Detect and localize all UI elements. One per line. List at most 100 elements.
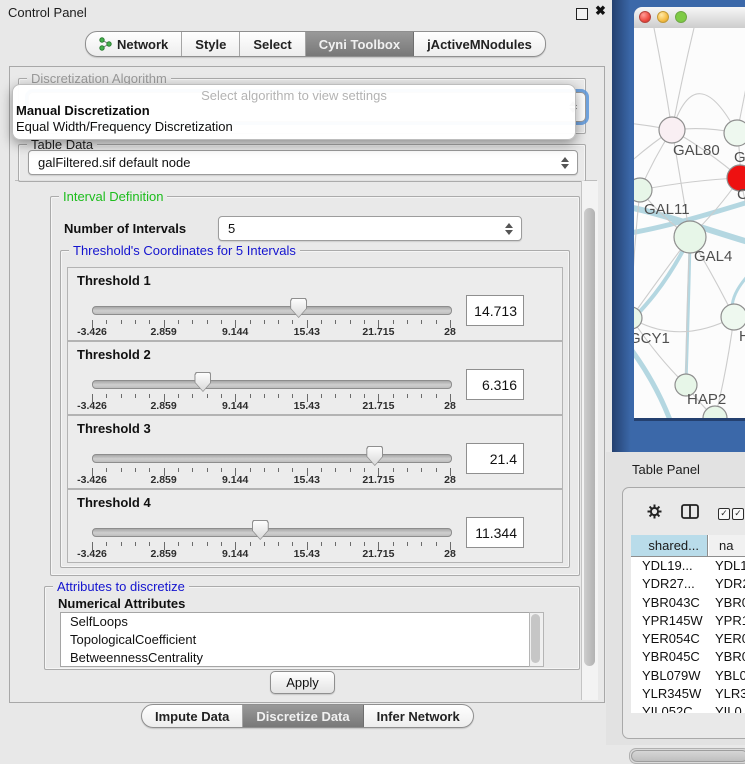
network-edge[interactable] (634, 318, 686, 385)
slider-thumb[interactable] (366, 446, 383, 466)
apply-button[interactable]: Apply (270, 671, 335, 694)
attributes-list-scrollbar[interactable] (529, 612, 544, 667)
slider-tick (264, 320, 265, 324)
slider-tick (393, 542, 394, 546)
network-node-label: GAL11 (644, 201, 690, 218)
slider-tick (335, 320, 336, 324)
tab-label: Cyni Toolbox (319, 37, 400, 52)
scrollbar-thumb[interactable] (531, 614, 540, 663)
network-window-titlebar[interactable] (634, 7, 745, 29)
table-row[interactable]: YBR043CYBR0 (631, 594, 745, 612)
table-horizontal-scrollbar[interactable] (629, 748, 745, 764)
number-of-intervals-combobox[interactable]: 5 (218, 216, 522, 241)
table-row[interactable]: YPR145WYPR1 (631, 612, 745, 630)
number-of-intervals-label: Number of Intervals (64, 221, 186, 236)
split-columns-icon[interactable] (681, 504, 699, 519)
network-node-right-mid[interactable] (721, 304, 745, 330)
tab-network[interactable]: Network (86, 32, 182, 56)
threshold-label: Threshold 4 (77, 495, 151, 510)
slider-track[interactable] (92, 306, 452, 315)
network-node-top-right[interactable] (724, 120, 745, 146)
slider-tick (350, 542, 351, 546)
network-graph[interactable]: GAL80GACGAL11GAL4GCY1HHAP2 (634, 28, 745, 418)
slider-tick (135, 394, 136, 398)
network-canvas-edge (634, 418, 745, 421)
network-node-label: H (739, 328, 745, 345)
table-row[interactable]: YIL052CYIL0 (631, 703, 745, 713)
popup-option[interactable]: Manual Discretization (16, 103, 150, 118)
threshold-value-field[interactable]: 11.344 (466, 517, 524, 548)
slider-tick (393, 394, 394, 398)
network-edge[interactable] (640, 178, 740, 190)
slider-tick (278, 542, 279, 546)
algorithm-dropdown-popup: Select algorithm to view settings Manual… (12, 84, 576, 140)
threshold-value-field[interactable]: 21.4 (466, 443, 524, 474)
attribute-list-item[interactable]: BetweennessCentrality (61, 649, 529, 667)
threshold-value-field[interactable]: 14.713 (466, 295, 524, 326)
scrollbar-thumb[interactable] (584, 208, 595, 666)
slider-tick (149, 394, 150, 398)
float-window-icon[interactable] (576, 8, 588, 20)
tab-discretize-data[interactable]: Discretize Data (243, 705, 363, 727)
table-row[interactable]: YLR345WYLR3 (631, 685, 745, 703)
tab-select[interactable]: Select (240, 32, 305, 56)
slider-tick (121, 320, 122, 324)
column-header-shared-name[interactable]: shared... (631, 535, 708, 556)
close-traffic-light-icon[interactable] (639, 11, 651, 23)
table-row[interactable]: YBR045CYBR0 (631, 648, 745, 666)
node-table[interactable]: shared... na YDL19...YDL1YDR27...YDR2YBR… (631, 535, 745, 713)
network-node-gal80[interactable] (659, 117, 685, 143)
threshold-value-field[interactable]: 6.316 (466, 369, 524, 400)
slider-tick (207, 542, 208, 546)
slider-tick (321, 542, 322, 546)
attribute-list-item[interactable]: SelfLoops (61, 613, 529, 631)
slider-tick (407, 468, 408, 472)
slider-tick (421, 542, 422, 546)
slider-track[interactable] (92, 454, 452, 463)
slider-thumb[interactable] (252, 520, 269, 540)
slider-tick-label: 9.144 (222, 474, 248, 486)
slider-tick (335, 542, 336, 546)
cell-shared-name: YER054C (642, 631, 700, 646)
network-canvas[interactable]: GAL80GACGAL11GAL4GCY1HHAP2 (634, 28, 745, 418)
slider-tick-label: 28 (444, 474, 456, 486)
zoom-traffic-light-icon[interactable] (675, 11, 687, 23)
slider-tick (278, 468, 279, 472)
table-row[interactable]: YDL19...YDL1 (631, 557, 745, 575)
tab-impute-data[interactable]: Impute Data (142, 705, 243, 727)
minimize-traffic-light-icon[interactable] (657, 11, 669, 23)
attribute-list-item[interactable]: TopologicalCoefficient (61, 631, 529, 649)
column-header-name[interactable]: na (709, 535, 745, 556)
table-data-combobox[interactable]: galFiltered.sif default node (28, 150, 578, 175)
table-row[interactable]: YER054CYER0 (631, 630, 745, 648)
checked-checkbox-icon[interactable]: ✓ (718, 508, 730, 520)
slider-thumb[interactable] (290, 298, 307, 318)
slider-tick (149, 320, 150, 324)
network-node-gal11[interactable] (634, 178, 652, 202)
slider-tick-label: -3.426 (77, 400, 107, 412)
network-edge[interactable] (654, 28, 672, 130)
panel-scrollbar[interactable] (581, 181, 598, 700)
slider-track[interactable] (92, 380, 452, 389)
scrollbar-thumb[interactable] (631, 750, 745, 762)
table-row[interactable]: YBL079WYBL0 (631, 667, 745, 685)
close-icon[interactable]: ✖ (595, 3, 606, 19)
slider-tick-label: -3.426 (77, 474, 107, 486)
checked-checkbox-icon[interactable]: ✓ (732, 508, 744, 520)
tab-infer-network[interactable]: Infer Network (364, 705, 473, 727)
table-row[interactable]: YDR27...YDR2 (631, 575, 745, 593)
slider-track[interactable] (92, 528, 452, 537)
tab-jactivemnodules[interactable]: jActiveMNodules (414, 32, 545, 56)
network-edge-thick[interactable] (634, 340, 670, 418)
slider-tick (221, 468, 222, 472)
popup-option[interactable]: Equal Width/Frequency Discretization (16, 119, 233, 134)
numerical-attributes-list[interactable]: SelfLoopsTopologicalCoefficientBetweenne… (60, 612, 530, 667)
network-node-label: GAL4 (694, 248, 732, 265)
tab-cyni-toolbox[interactable]: Cyni Toolbox (306, 32, 414, 56)
slider-thumb[interactable] (194, 372, 211, 392)
settings-gear-icon[interactable] (647, 504, 662, 519)
network-edge[interactable] (672, 28, 694, 130)
tab-style[interactable]: Style (182, 32, 240, 56)
control-panel-tabs: NetworkStyleSelect Cyni Toolbox jActiveMNo… (85, 31, 546, 57)
cell-name: YIL0 (715, 704, 742, 713)
